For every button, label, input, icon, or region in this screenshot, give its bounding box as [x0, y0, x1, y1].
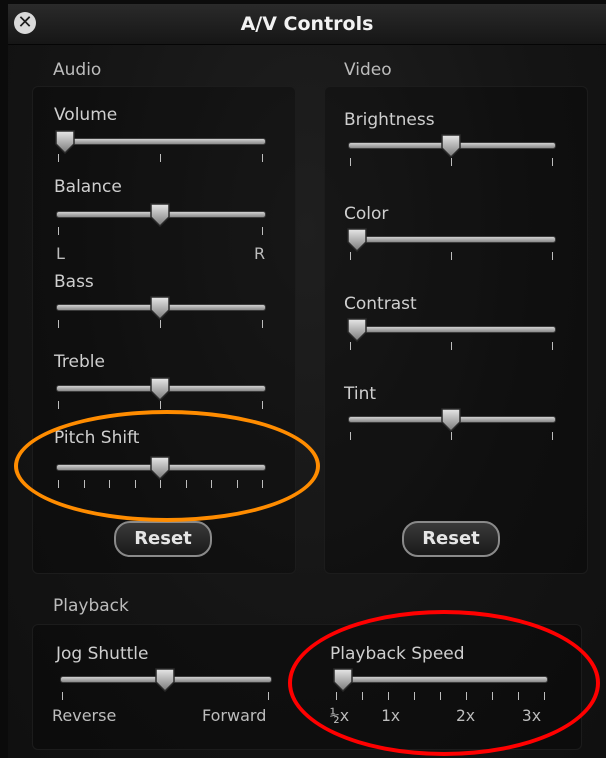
playback-speed-tick: [414, 692, 415, 700]
av-controls-window: ✕ A/V Controls Audio Video Playback Volu…: [8, 4, 606, 758]
treble-tick: [262, 401, 263, 409]
pitch-shift-tick: [160, 480, 161, 488]
volume-slider-thumb[interactable]: [54, 129, 76, 155]
jog-shuttle-slider-thumb[interactable]: [154, 667, 176, 693]
volume-tick: [58, 154, 59, 162]
volume-label: Volume: [54, 105, 118, 125]
tint-tick: [350, 432, 351, 440]
brightness-tick: [552, 158, 553, 166]
bass-tick: [262, 320, 263, 328]
tint-slider-thumb[interactable]: [440, 407, 462, 433]
balance-slider-thumb[interactable]: [149, 202, 171, 228]
volume-tick: [262, 154, 263, 162]
treble-slider-thumb[interactable]: [149, 376, 171, 402]
color-tick: [350, 252, 351, 260]
contrast-tick: [350, 342, 351, 350]
video-reset-button[interactable]: Reset: [402, 521, 500, 557]
playback-speed-label: Playback Speed: [330, 644, 465, 664]
color-slider-track[interactable]: [348, 236, 556, 243]
volume-slider-track[interactable]: [56, 138, 266, 145]
balance-label: Balance: [54, 177, 122, 197]
jog-shuttle-tick: [62, 692, 63, 700]
treble-label: Treble: [54, 352, 105, 372]
pitch-shift-tick: [262, 480, 263, 488]
pitch-shift-tick: [58, 480, 59, 488]
balance-left-label: L: [56, 244, 65, 263]
playback-speed-tick: [336, 692, 337, 700]
tint-label: Tint: [344, 384, 377, 404]
audio-section-label: Audio: [53, 60, 102, 80]
pitch-shift-tick: [135, 480, 136, 488]
playback-speed-tick-label: 2x: [456, 706, 476, 725]
playback-speed-tick-label: 1x: [381, 706, 401, 725]
tint-tick: [451, 432, 452, 440]
playback-speed-slider-track[interactable]: [334, 676, 548, 683]
jog-shuttle-label: Jog Shuttle: [56, 644, 149, 664]
window-title: A/V Controls: [240, 13, 374, 35]
brightness-slider-thumb[interactable]: [440, 133, 462, 159]
contrast-tick: [552, 342, 553, 350]
brightness-label: Brightness: [344, 110, 435, 130]
pitch-shift-slider-thumb[interactable]: [149, 455, 171, 481]
playback-speed-tick: [544, 692, 545, 700]
jog-shuttle-tick: [268, 692, 269, 700]
balance-right-label: R: [254, 244, 266, 263]
playback-panel: [32, 624, 582, 750]
color-tick: [552, 252, 553, 260]
bass-label: Bass: [54, 272, 94, 292]
contrast-tick: [451, 342, 452, 350]
pitch-shift-tick: [186, 480, 187, 488]
tint-tick: [552, 432, 553, 440]
audio-reset-button[interactable]: Reset: [114, 521, 212, 557]
playback-speed-tick: [440, 692, 441, 700]
jog-reverse-label: Reverse: [52, 706, 117, 725]
color-label: Color: [344, 204, 389, 224]
contrast-slider-thumb[interactable]: [346, 317, 368, 343]
pitch-shift-label: Pitch Shift: [54, 428, 140, 448]
playback-speed-tick: [388, 692, 389, 700]
playback-speed-tick: [492, 692, 493, 700]
pitch-shift-tick: [211, 480, 212, 488]
video-section-label: Video: [344, 60, 392, 80]
playback-speed-tick-label: 3x: [522, 706, 542, 725]
brightness-tick: [451, 158, 452, 166]
volume-tick: [160, 154, 161, 162]
pitch-shift-tick: [237, 480, 238, 488]
playback-speed-slider-thumb[interactable]: [332, 667, 354, 693]
jog-forward-label: Forward: [202, 706, 267, 725]
contrast-label: Contrast: [344, 294, 417, 314]
color-tick: [451, 252, 452, 260]
brightness-tick: [350, 158, 351, 166]
color-slider-thumb[interactable]: [346, 227, 368, 253]
audio-panel: [32, 86, 296, 574]
pitch-shift-tick: [109, 480, 110, 488]
contrast-slider-track[interactable]: [348, 326, 556, 333]
playback-section-label: Playback: [53, 596, 129, 616]
bass-slider-thumb[interactable]: [149, 295, 171, 321]
playback-speed-tick: [362, 692, 363, 700]
playback-speed-tick-label: ½x: [330, 706, 350, 725]
treble-tick: [160, 401, 161, 409]
playback-speed-tick: [466, 692, 467, 700]
balance-tick: [262, 227, 263, 235]
pitch-shift-tick: [84, 480, 85, 488]
bass-tick: [160, 320, 161, 328]
playback-speed-tick: [518, 692, 519, 700]
treble-tick: [58, 401, 59, 409]
bass-tick: [58, 320, 59, 328]
title-bar: ✕ A/V Controls: [8, 4, 606, 45]
balance-tick: [58, 227, 59, 235]
